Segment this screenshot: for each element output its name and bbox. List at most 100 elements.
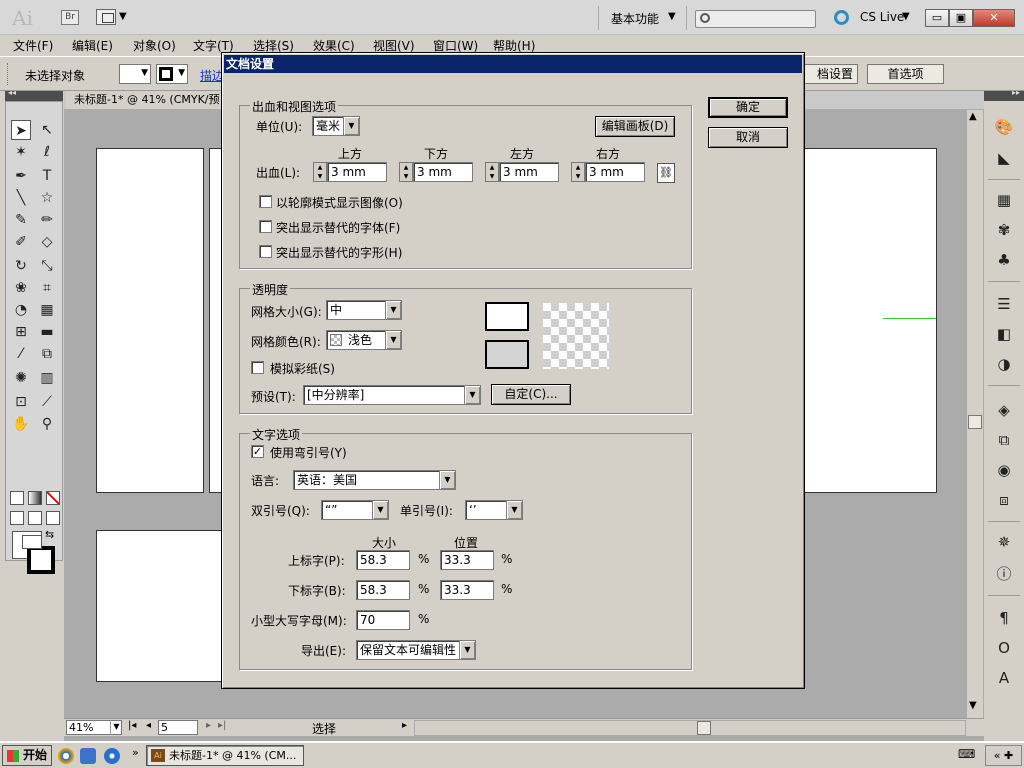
subscript-size-input[interactable]: 58.3 [356, 580, 410, 600]
blob-brush-tool-icon[interactable]: ✐ [11, 232, 31, 252]
artboard[interactable] [804, 148, 937, 493]
grid-color-select[interactable]: 浅色 ▼ [326, 330, 402, 350]
blend-tool-icon[interactable]: ⧉ [37, 344, 57, 364]
stepper-arrows-icon[interactable]: ▲ ▼ [485, 162, 499, 182]
arrange-documents-icon[interactable] [96, 9, 116, 25]
ok-button[interactable]: 确定 [708, 97, 788, 118]
screen-mode-icon[interactable] [22, 535, 44, 551]
stroke-panel-icon[interactable]: ☰ [993, 293, 1015, 315]
transparency-panel-icon[interactable]: ◑ [993, 353, 1015, 375]
double-quotes-select[interactable]: “” ▼ [321, 500, 389, 520]
bleed-bottom-stepper[interactable]: ▲ ▼ 3 mm [399, 162, 473, 182]
draw-behind-icon[interactable] [28, 511, 42, 525]
horizontal-scrollbar[interactable] [414, 720, 966, 736]
grid-size-select[interactable]: 中 ▼ [326, 300, 402, 320]
start-button[interactable]: 开始 [2, 745, 52, 766]
system-tray[interactable]: « ✚ [985, 745, 1022, 766]
internet-explorer-icon[interactable] [104, 748, 120, 764]
show-desktop-icon[interactable] [80, 748, 96, 764]
chevron-down-icon[interactable]: ▼ [902, 11, 910, 22]
dialog-title[interactable]: 文档设置 [224, 55, 802, 73]
swap-colors-icon[interactable]: ⇆ [45, 528, 54, 541]
unit-select[interactable]: 毫米 ▼ [312, 116, 360, 136]
zoom-tool-icon[interactable]: ⚲ [37, 414, 57, 434]
document-tab[interactable]: 未标题-1* @ 41% (CMYK/预 [66, 91, 226, 109]
panel-dock-header[interactable] [984, 88, 1024, 101]
free-transform-tool-icon[interactable]: ⌗ [37, 278, 57, 298]
eyedropper-tool-icon[interactable]: ⁄ [11, 344, 31, 364]
magic-wand-tool-icon[interactable]: ✶ [11, 142, 31, 162]
subscript-position-input[interactable]: 33.3 [440, 580, 494, 600]
panel-grip[interactable] [7, 63, 10, 85]
gradient-panel-icon[interactable]: ◧ [993, 323, 1015, 345]
star-tool-icon[interactable]: ☆ [37, 188, 57, 208]
color-guide-icon[interactable]: ◣ [993, 147, 1015, 169]
help-search-input[interactable] [695, 10, 816, 28]
brushes-panel-icon[interactable]: ✾ [993, 219, 1015, 241]
scroll-thumb[interactable] [968, 415, 982, 429]
highlight-fonts-checkbox[interactable] [259, 220, 272, 233]
lasso-tool-icon[interactable]: ℓ [37, 142, 57, 162]
none-mode-icon[interactable] [46, 491, 60, 505]
bleed-right-value[interactable]: 3 mm [585, 162, 645, 182]
menu-object[interactable]: 对象(O) [133, 37, 176, 54]
workspace-switcher[interactable]: 基本功能 [611, 10, 659, 27]
export-select[interactable]: 保留文本可编辑性 ▼ [356, 640, 476, 660]
language-select[interactable]: 英语：美国 ▼ [293, 470, 456, 490]
typographer-quotes-checkbox[interactable]: ✓ [251, 445, 264, 458]
gradient-mode-icon[interactable] [28, 491, 42, 505]
type-tool-icon[interactable]: T [37, 166, 57, 186]
previous-artboard-icon[interactable]: ◂ [146, 720, 151, 731]
scroll-thumb[interactable] [697, 721, 711, 735]
info-panel-icon[interactable]: ⓘ [993, 563, 1015, 585]
selection-tool-icon[interactable]: ➤ [11, 120, 31, 140]
bleed-left-stepper[interactable]: ▲ ▼ 3 mm [485, 162, 559, 182]
outline-mode-label[interactable]: 以轮廓模式显示图像(O) [276, 194, 403, 211]
simulate-paper-checkbox[interactable] [251, 361, 264, 374]
preset-select[interactable]: [中分辨率] ▼ [303, 385, 481, 405]
keyboard-icon[interactable]: ⌨ [958, 747, 975, 761]
column-graph-tool-icon[interactable]: ▥ [37, 368, 57, 388]
vertical-scrollbar[interactable]: ▲ ▼ [966, 110, 983, 718]
document-setup-button[interactable]: 档设置 [804, 64, 858, 84]
single-quotes-select[interactable]: ‘’ ▼ [465, 500, 523, 520]
cs-live-icon[interactable] [834, 10, 849, 25]
pen-tool-icon[interactable]: ✒ [11, 166, 31, 186]
cs-live-menu[interactable]: CS Live [860, 10, 904, 24]
tools-panel-header[interactable] [5, 88, 63, 101]
superscript-position-input[interactable]: 33.3 [440, 550, 494, 570]
graphic-styles-panel-icon[interactable]: ⧉ [993, 429, 1015, 451]
grid-color-1-swatch[interactable] [485, 302, 529, 331]
next-artboard-icon[interactable]: ▸ [206, 720, 211, 731]
rotate-tool-icon[interactable]: ↻ [11, 256, 31, 276]
artboard-tool-icon[interactable]: ⊡ [11, 392, 31, 412]
scroll-down-icon[interactable]: ▼ [969, 700, 977, 711]
chevron-down-icon[interactable]: ▼ [119, 11, 127, 22]
color-mode-icon[interactable] [10, 491, 24, 505]
preferences-button[interactable]: 首选项 [867, 64, 944, 84]
media-player-icon[interactable] [58, 748, 74, 764]
gradient-tool-icon[interactable]: ▬ [37, 322, 57, 342]
cancel-button[interactable]: 取消 [708, 127, 788, 148]
artboard[interactable] [96, 530, 223, 682]
draw-inside-icon[interactable] [46, 511, 60, 525]
stroke-color-swatch[interactable]: ▼ [156, 64, 188, 84]
stepper-arrows-icon[interactable]: ▲ ▼ [571, 162, 585, 182]
edit-artboards-button[interactable]: 编辑画板(D) [595, 116, 675, 137]
outline-mode-checkbox[interactable] [259, 195, 272, 208]
bleed-left-value[interactable]: 3 mm [499, 162, 559, 182]
last-artboard-icon[interactable]: ▸| [218, 720, 226, 731]
artboard-number-field[interactable]: 5 [158, 720, 198, 735]
paragraph-panel-icon[interactable]: ¶ [993, 607, 1015, 629]
symbols-panel-icon[interactable]: ♣ [993, 249, 1015, 271]
fill-color-swatch[interactable]: ▼ [119, 64, 151, 84]
maximize-button[interactable]: ▣ [949, 9, 973, 27]
typographer-quotes-label[interactable]: 使用弯引号(Y) [270, 444, 347, 461]
scale-tool-icon[interactable]: ⤡ [37, 256, 57, 276]
stepper-arrows-icon[interactable]: ▲ ▼ [313, 162, 327, 182]
chevron-down-icon[interactable]: ▼ [668, 11, 676, 22]
bleed-right-stepper[interactable]: ▲ ▼ 3 mm [571, 162, 645, 182]
bridge-button[interactable]: Br [61, 10, 79, 25]
artboard[interactable] [96, 148, 204, 493]
appearance-panel-icon[interactable]: ◈ [993, 399, 1015, 421]
